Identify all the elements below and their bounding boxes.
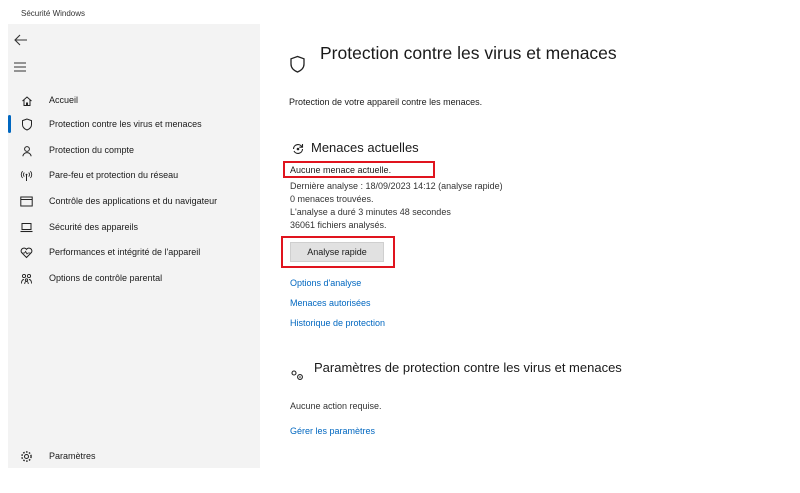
back-arrow-icon[interactable]: [13, 33, 29, 46]
heart-icon: [20, 246, 33, 259]
files-scanned-text: 36061 fichiers analysés.: [290, 220, 387, 230]
settings-section-heading: Paramètres de protection contre les viru…: [314, 360, 622, 375]
page-title: Protection contre les virus et menaces: [320, 43, 617, 63]
family-icon: [20, 272, 33, 285]
sidebar-item-label: Pare-feu et protection du réseau: [49, 170, 179, 180]
sidebar-item-settings[interactable]: Paramètres: [8, 445, 258, 467]
sidebar-item-device-performance[interactable]: Performances et intégrité de l'appareil: [8, 241, 258, 263]
shield-icon: [20, 118, 33, 131]
home-icon: [20, 94, 33, 107]
sidebar-item-app-browser-control[interactable]: Contrôle des applications et du navigate…: [8, 190, 258, 212]
highlight-box: [281, 236, 395, 268]
protection-history-link[interactable]: Historique de protection: [290, 318, 385, 328]
settings-gears-icon: [290, 368, 304, 386]
gear-icon: [20, 450, 33, 463]
refresh-shield-icon: [291, 142, 305, 160]
sidebar-item-firewall[interactable]: Pare-feu et protection du réseau: [8, 164, 258, 186]
person-icon: [20, 144, 33, 157]
sidebar-item-label: Sécurité des appareils: [49, 222, 139, 232]
sidebar-item-label: Protection contre les virus et menaces: [49, 119, 202, 129]
hamburger-menu-icon[interactable]: [13, 60, 29, 72]
scan-options-link[interactable]: Options d'analyse: [290, 278, 361, 288]
laptop-icon: [20, 221, 33, 234]
scan-duration-text: L'analyse a duré 3 minutes 48 secondes: [290, 207, 451, 217]
page-subtitle: Protection de votre appareil contre les …: [289, 97, 483, 107]
manage-settings-link[interactable]: Gérer les paramètres: [290, 426, 375, 436]
settings-status-text: Aucune action requise.: [290, 401, 382, 411]
sidebar-item-label: Performances et intégrité de l'appareil: [49, 247, 201, 257]
sidebar-item-label: Contrôle des applications et du navigate…: [49, 196, 218, 206]
current-threats-heading: Menaces actuelles: [311, 140, 419, 155]
sidebar-item-label: Options de contrôle parental: [49, 273, 163, 283]
browser-window-icon: [20, 195, 33, 208]
sidebar-item-label: Accueil: [49, 95, 79, 105]
sidebar-item-label: Protection du compte: [49, 145, 135, 155]
last-scan-text: Dernière analyse : 18/09/2023 14:12 (ana…: [290, 181, 503, 191]
window-title: Sécurité Windows: [21, 9, 86, 18]
sidebar-item-family-options[interactable]: Options de contrôle parental: [8, 267, 258, 289]
sidebar-item-virus-protection[interactable]: Protection contre les virus et menaces: [8, 113, 258, 135]
sidebar-item-home[interactable]: Accueil: [8, 89, 258, 111]
sidebar-item-device-security[interactable]: Sécurité des appareils: [8, 216, 258, 238]
wifi-antenna-icon: [20, 169, 33, 182]
sidebar-item-label: Paramètres: [49, 451, 96, 461]
highlight-box: [283, 161, 435, 178]
shield-icon: [289, 55, 306, 74]
sidebar-item-account-protection[interactable]: Protection du compte: [8, 139, 258, 161]
allowed-threats-link[interactable]: Menaces autorisées: [290, 298, 371, 308]
threats-found-text: 0 menaces trouvées.: [290, 194, 374, 204]
